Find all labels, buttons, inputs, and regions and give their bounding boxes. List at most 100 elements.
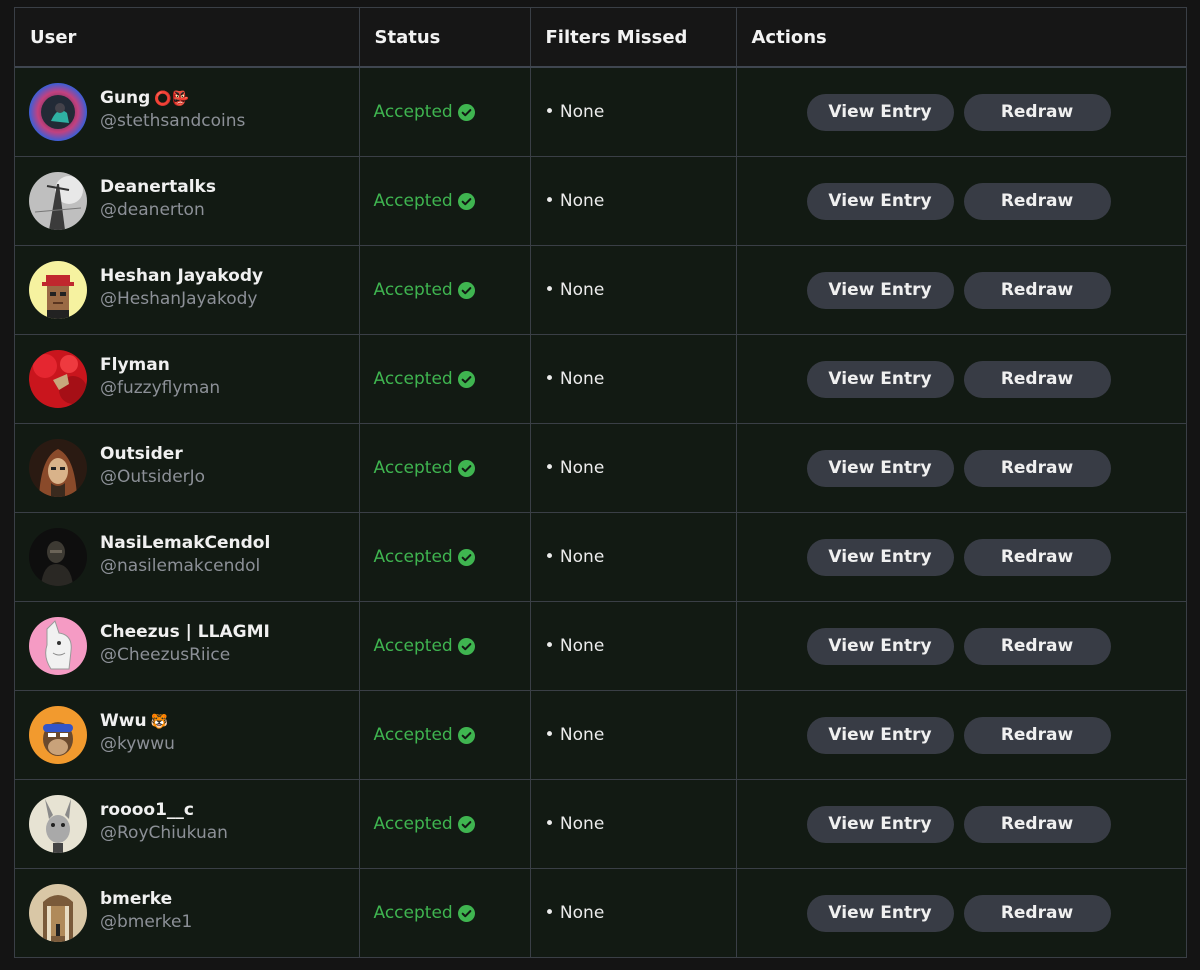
- redraw-button[interactable]: Redraw: [963, 360, 1111, 398]
- table-header-row: User Status Filters Missed Actions: [15, 8, 1186, 68]
- status-text: Accepted: [373, 814, 453, 834]
- redraw-button[interactable]: Redraw: [963, 894, 1111, 932]
- avatar[interactable]: [29, 439, 87, 497]
- status-cell: Accepted: [359, 779, 531, 869]
- header-actions: Actions: [736, 8, 1186, 68]
- check-circle-icon: [457, 281, 475, 299]
- user-handle[interactable]: @OutsiderJo: [100, 466, 205, 488]
- filters-missed-value: • None: [544, 903, 605, 923]
- status-text: Accepted: [373, 903, 453, 923]
- user-handle[interactable]: @HeshanJayakody: [100, 288, 267, 310]
- filters-missed-value: • None: [544, 458, 605, 478]
- user-handle[interactable]: @bmerke1: [100, 911, 192, 933]
- avatar-image: [29, 884, 87, 942]
- check-circle-icon: [457, 548, 475, 566]
- user-handle[interactable]: @kywwu: [100, 733, 175, 755]
- status-text: Accepted: [373, 369, 453, 389]
- status-text: Accepted: [373, 102, 453, 122]
- view-entry-button[interactable]: View Entry: [806, 894, 954, 932]
- check-circle-icon: [457, 815, 475, 833]
- status-badge: Accepted: [374, 547, 475, 567]
- status-text: Accepted: [373, 725, 453, 745]
- redraw-button[interactable]: Redraw: [963, 627, 1111, 665]
- status-cell: Accepted: [359, 334, 531, 424]
- view-entry-button[interactable]: View Entry: [806, 716, 954, 754]
- status-badge: Accepted: [374, 280, 475, 300]
- check-circle-icon: [457, 904, 475, 922]
- avatar[interactable]: [29, 706, 87, 764]
- user-cell: NasiLemakCendol @nasilemakcendol: [15, 512, 360, 602]
- status-cell: Accepted: [359, 245, 531, 335]
- display-name: bmerke: [100, 888, 173, 909]
- table-row: Cheezus | LLAGMI @CheezusRiice Accepted …: [15, 601, 1186, 691]
- view-entry-button[interactable]: View Entry: [806, 93, 954, 131]
- header-filters-missed: Filters Missed: [530, 8, 737, 68]
- status-cell: Accepted: [359, 156, 531, 246]
- filters-missed-cell: • None: [530, 868, 737, 957]
- redraw-button[interactable]: Redraw: [963, 271, 1111, 309]
- table-row: bmerke @bmerke1 Accepted • None View Ent…: [15, 868, 1186, 957]
- filters-missed-value: • None: [544, 102, 605, 122]
- user-cell: Deanertalks @deanerton: [15, 156, 360, 246]
- actions-cell: View Entry Redraw: [736, 690, 1186, 780]
- redraw-button[interactable]: Redraw: [963, 182, 1111, 220]
- status-badge: Accepted: [374, 725, 475, 745]
- avatar[interactable]: [29, 172, 87, 230]
- view-entry-button[interactable]: View Entry: [806, 360, 954, 398]
- redraw-button[interactable]: Redraw: [963, 538, 1111, 576]
- filters-missed-value: • None: [544, 636, 605, 656]
- status-badge: Accepted: [374, 814, 475, 834]
- redraw-button[interactable]: Redraw: [963, 716, 1111, 754]
- entries-table: User Status Filters Missed Actions Gung ⭕…: [14, 7, 1187, 958]
- avatar[interactable]: [29, 795, 87, 853]
- filters-missed-value: • None: [544, 280, 605, 300]
- avatar[interactable]: [29, 617, 87, 675]
- check-circle-icon: [457, 726, 475, 744]
- status-cell: Accepted: [359, 423, 531, 513]
- status-cell: Accepted: [359, 67, 531, 157]
- avatar[interactable]: [29, 884, 87, 942]
- view-entry-button[interactable]: View Entry: [806, 182, 954, 220]
- view-entry-button[interactable]: View Entry: [806, 449, 954, 487]
- display-name: Deanertalks: [100, 176, 216, 197]
- user-handle[interactable]: @CheezusRiice: [100, 644, 274, 666]
- filters-missed-cell: • None: [530, 690, 737, 780]
- status-text: Accepted: [373, 280, 453, 300]
- filters-missed-cell: • None: [530, 156, 737, 246]
- name-emoji: 🐯: [150, 713, 168, 730]
- table-row: Heshan Jayakody @HeshanJayakody Accepted…: [15, 245, 1186, 335]
- avatar-image: [29, 706, 87, 764]
- user-handle[interactable]: @RoyChiukuan: [100, 822, 228, 844]
- actions-cell: View Entry Redraw: [736, 334, 1186, 424]
- status-badge: Accepted: [374, 458, 475, 478]
- display-name: Gung ⭕👺: [100, 87, 190, 108]
- status-cell: Accepted: [359, 512, 531, 602]
- header-status: Status: [359, 8, 531, 68]
- status-cell: Accepted: [359, 601, 531, 691]
- user-handle[interactable]: @nasilemakcendol: [100, 555, 274, 577]
- user-cell: Cheezus | LLAGMI @CheezusRiice: [15, 601, 360, 691]
- view-entry-button[interactable]: View Entry: [806, 805, 954, 843]
- user-handle[interactable]: @deanerton: [100, 199, 220, 221]
- avatar[interactable]: [29, 261, 87, 319]
- check-circle-icon: [457, 192, 475, 210]
- display-name: Wwu 🐯: [100, 710, 168, 731]
- user-cell: bmerke @bmerke1: [15, 868, 360, 957]
- user-handle[interactable]: @stethsandcoins: [100, 110, 245, 132]
- avatar[interactable]: [29, 350, 87, 408]
- redraw-button[interactable]: Redraw: [963, 805, 1111, 843]
- check-circle-icon: [457, 637, 475, 655]
- avatar[interactable]: [29, 528, 87, 586]
- table-row: NasiLemakCendol @nasilemakcendol Accepte…: [15, 512, 1186, 602]
- view-entry-button[interactable]: View Entry: [806, 271, 954, 309]
- redraw-button[interactable]: Redraw: [963, 93, 1111, 131]
- avatar[interactable]: [29, 83, 87, 141]
- filters-missed-cell: • None: [530, 423, 737, 513]
- avatar-image: [29, 261, 87, 319]
- display-name: Heshan Jayakody: [100, 265, 264, 286]
- view-entry-button[interactable]: View Entry: [806, 627, 954, 665]
- user-handle[interactable]: @fuzzyflyman: [100, 377, 220, 399]
- redraw-button[interactable]: Redraw: [963, 449, 1111, 487]
- name-emoji: ⭕👺: [154, 90, 190, 107]
- view-entry-button[interactable]: View Entry: [806, 538, 954, 576]
